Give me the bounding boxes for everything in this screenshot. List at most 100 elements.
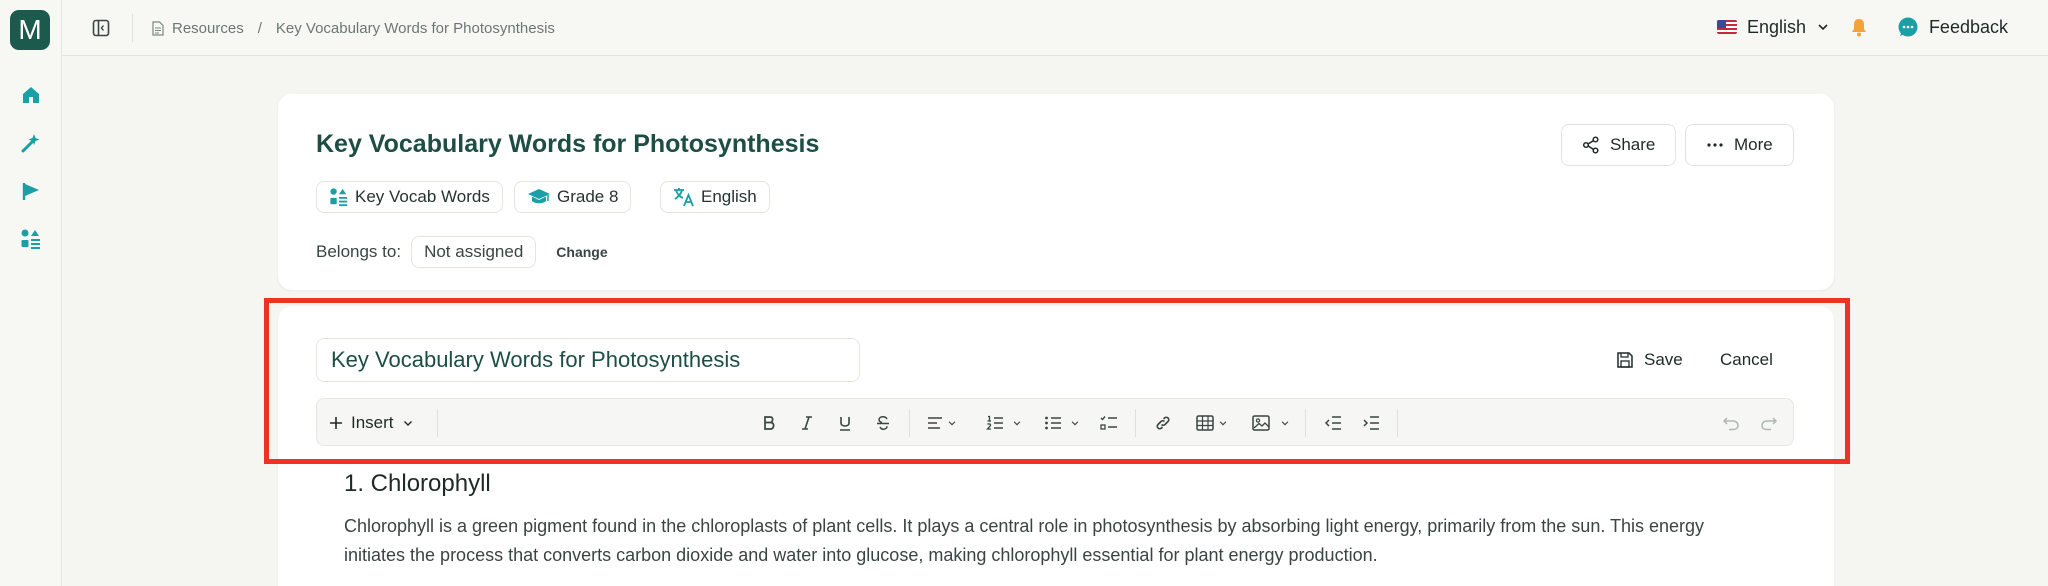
chevron-down-icon [948,421,956,426]
tag-label: English [701,187,757,206]
magic-wand-icon [21,134,40,153]
chevron-down-icon [1281,421,1289,426]
numbered-list-button[interactable] [981,409,1027,437]
tag-label: Grade 8 [557,187,619,206]
chevron-down-icon [403,421,412,426]
feedback-button[interactable]: Feedback [1897,12,2008,42]
underline-button[interactable] [831,409,859,437]
share-label: Share [1610,135,1656,154]
rail-magic[interactable] [16,128,46,158]
table-icon [1196,415,1214,431]
page-title: Key Vocabulary Words for Photosynthesis [316,130,820,158]
document-heading[interactable]: 1. Chlorophyll [344,470,491,498]
toolbar-divider [437,409,438,437]
chevron-down-icon [1818,24,1828,31]
divider [132,14,133,42]
breadcrumb-resources-link[interactable]: Resources [152,20,244,37]
outdent-icon [1324,416,1341,430]
italic-icon [802,416,812,430]
tag-label: Key Vocab Words [355,187,490,206]
underline-icon [840,417,850,431]
app-logo[interactable]: M [10,10,50,50]
resources-icon [21,229,40,249]
rail-home[interactable] [16,80,46,110]
table-button[interactable] [1191,409,1233,437]
share-button[interactable]: Share [1561,124,1677,166]
resources-icon [330,188,348,207]
tag-language: English [660,181,770,213]
language-select[interactable]: English [1716,12,1830,42]
image-icon [1252,415,1270,431]
plus-icon [330,417,342,429]
insert-label: Insert [351,413,394,432]
share-icon [1582,136,1599,154]
strikethrough-button[interactable] [869,409,897,437]
belongs-to-row: Belongs to: Not assigned Change [316,236,608,268]
insert-menu-button[interactable]: Insert [329,409,414,437]
feedback-label: Feedback [1928,16,2008,37]
redo-button[interactable] [1755,409,1783,437]
tag-resource-type: Key Vocab Words [316,181,503,213]
breadcrumb-current: Key Vocabulary Words for Photosynthesis [275,19,555,37]
cancel-label: Cancel [1720,350,1773,369]
bell-icon [1852,19,1866,37]
toolbar-divider [1135,409,1136,437]
breadcrumb: Resources / Key Vocabulary Words for Pho… [152,17,555,39]
strikethrough-icon [877,416,889,430]
chat-bubble-icon [1898,17,1918,37]
chevron-down-icon [1013,421,1021,426]
top-bar: Resources / Key Vocabulary Words for Pho… [62,0,2048,56]
toolbar-divider [1305,409,1306,437]
translate-icon [674,188,694,207]
rail-flag[interactable] [16,176,46,206]
tag-grade: Grade 8 [514,181,632,213]
undo-button[interactable] [1717,409,1745,437]
breadcrumb-root-label: Resources [172,19,244,37]
toolbar-divider [909,409,910,437]
undo-icon [1722,417,1739,431]
editor-card: Save Cancel Insert [278,306,1834,586]
toolbar-divider [1397,409,1398,437]
bulleted-list-button[interactable] [1039,409,1085,437]
more-label: More [1734,135,1773,154]
checklist-icon [1100,416,1117,430]
checklist-button[interactable] [1095,409,1123,437]
link-icon [1156,416,1170,430]
indent-icon [1363,416,1379,430]
sidebar-toggle-button[interactable] [88,15,114,41]
link-button[interactable] [1149,409,1177,437]
bold-button[interactable] [755,409,783,437]
change-button[interactable]: Change [556,244,607,260]
redo-icon [1761,417,1778,431]
chevron-down-icon [1071,421,1079,426]
more-button[interactable]: More [1685,124,1794,166]
title-input[interactable] [316,338,860,382]
breadcrumb-separator: / [257,19,262,37]
image-button[interactable] [1247,409,1295,437]
align-left-icon [928,417,942,429]
flag-icon [22,183,39,200]
home-icon [23,87,39,103]
save-label: Save [1644,350,1683,369]
resource-header-card: Key Vocabulary Words for Photosynthesis … [278,94,1834,290]
cancel-button[interactable]: Cancel [1720,346,1773,374]
side-rail: M [0,0,62,586]
save-button[interactable]: Save [1616,346,1683,374]
indent-button[interactable] [1357,409,1385,437]
more-horizontal-icon [1707,143,1723,147]
chevron-down-icon [1219,421,1227,426]
language-label: English [1746,16,1806,37]
save-icon [1617,352,1633,368]
sidebar-toggle-icon [92,19,110,37]
notifications-button[interactable] [1848,15,1870,39]
document-paragraph[interactable]: Chlorophyll is a green pigment found in … [344,512,1764,570]
italic-button[interactable] [793,409,821,437]
graduation-cap-icon [528,189,550,204]
editor-toolbar: Insert [316,398,1794,446]
us-flag-icon [1716,20,1737,34]
outdent-button[interactable] [1319,409,1347,437]
bulleted-list-icon [1045,416,1061,430]
rail-resources[interactable] [16,224,46,254]
align-button[interactable] [921,409,963,437]
logo-letter: M [18,14,42,45]
